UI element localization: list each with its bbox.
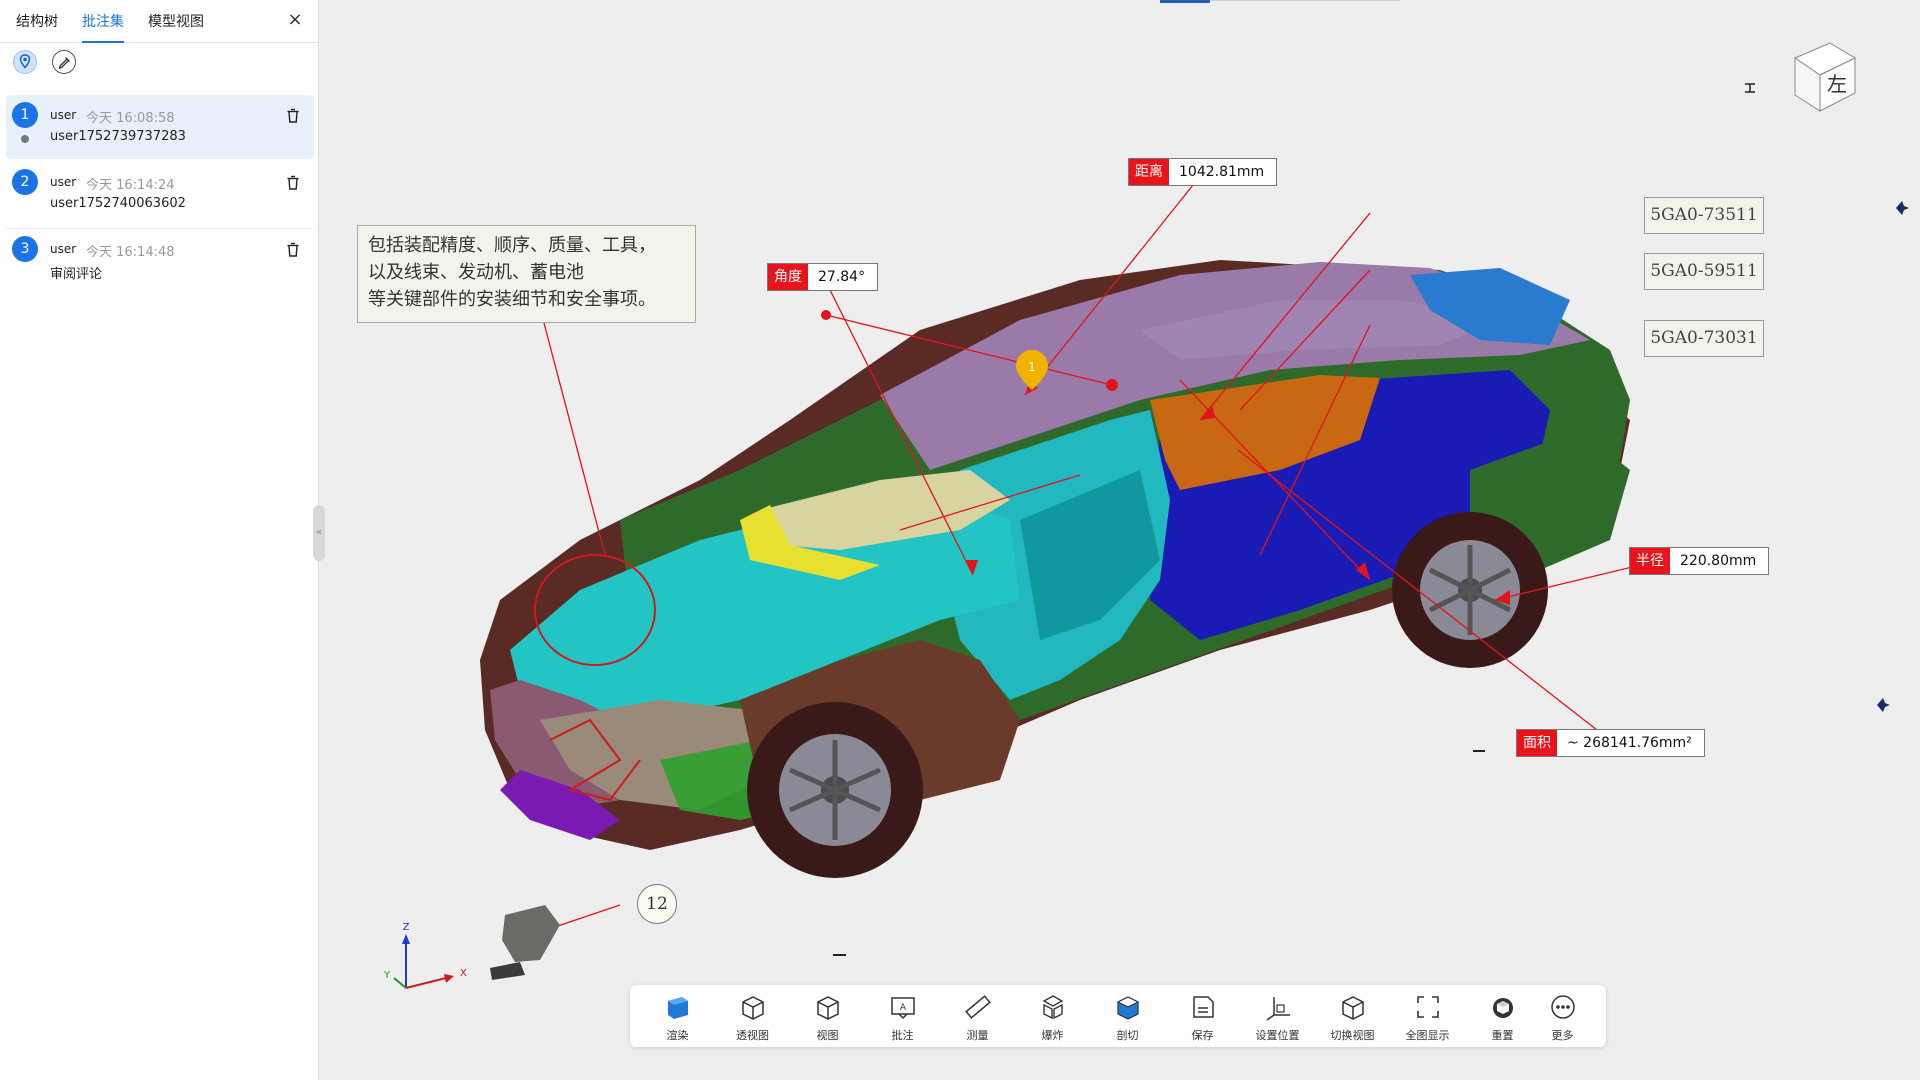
tab-model-view[interactable]: 模型视图 [148, 0, 204, 42]
pin-number: 1 [1028, 360, 1036, 374]
view-cube[interactable]: 左 [1775, 33, 1865, 123]
annotation-content: user1752739737283 [50, 129, 186, 144]
perspective-label: 透视图 [736, 1029, 769, 1042]
location-pin-icon[interactable] [13, 50, 37, 74]
area-measurement[interactable]: 面积 ~ 268141.76mm² [1516, 729, 1705, 757]
set-position-icon [1266, 997, 1290, 1021]
reset-icon [1493, 998, 1513, 1018]
car-model[interactable]: 1 [320, 0, 1920, 1080]
pen-edit-icon[interactable] [52, 50, 76, 74]
more-icon [1551, 995, 1575, 1019]
radius-value: 220.80mm [1680, 553, 1757, 569]
render-button[interactable]: 渲染 [640, 985, 715, 1047]
trash-icon[interactable] [286, 242, 300, 258]
annotate-label: 批注 [891, 1029, 914, 1042]
section-label: 剖切 [1116, 1029, 1139, 1042]
angle-measurement[interactable]: 角度 27.84° [767, 263, 879, 291]
annotation-panel: 结构树 批注集 模型视图 × 1 user 今天 16:08:58 user17… [0, 0, 319, 1080]
annotation-time: 今天 16:14:48 [86, 245, 175, 260]
distance-value: 1042.81mm [1179, 164, 1265, 180]
annotation-number-badge: 1 [12, 102, 38, 128]
perspective-icon [742, 996, 764, 1020]
tab-structure-tree[interactable]: 结构树 [16, 0, 58, 42]
annotation-item-3[interactable]: 3 user 今天 16:14:48 审阅评论 [6, 229, 314, 293]
distance-label: 距离 [1129, 159, 1169, 185]
view-label: 视图 [816, 1029, 839, 1042]
radius-label: 半径 [1630, 548, 1670, 574]
angle-value: 27.84° [818, 269, 866, 285]
axis-z-label: Z [403, 922, 410, 933]
annotation-item-2[interactable]: 2 user 今天 16:14:24 user1752740063602 [6, 162, 314, 229]
radius-measurement[interactable]: 半径 220.80mm [1629, 547, 1770, 575]
panel-toolrow [0, 43, 318, 83]
panel-tabbar: 结构树 批注集 模型视图 × [0, 0, 318, 43]
section-button[interactable]: 剖切 [1090, 985, 1165, 1047]
set-position-label: 设置位置 [1255, 1029, 1300, 1042]
annotation-time: 今天 16:08:58 [86, 111, 175, 126]
view-cube-axis-icon [1745, 83, 1755, 93]
part-tag[interactable]: 5GA0-73031 [1644, 320, 1764, 357]
trash-icon[interactable] [286, 175, 300, 191]
navigation-arrow-icon[interactable] [1892, 198, 1912, 218]
annotate-button[interactable]: A 批注 [865, 985, 940, 1047]
view-cube-face-label: 左 [1827, 72, 1847, 96]
view-icon [817, 996, 839, 1020]
annotate-icon: A [891, 997, 915, 1020]
view-button[interactable]: 视图 [790, 985, 865, 1047]
annotation-item-1[interactable]: 1 user 今天 16:08:58 user1752739737283 [6, 95, 314, 159]
bottom-toolbar: 渲染 透视图 视图 A 批注 测量 爆炸 剖切 保存 设置位置 切换视图 全图显… [630, 985, 1606, 1047]
fit-all-button[interactable]: 全图显示 [1390, 985, 1465, 1047]
render-icon [668, 997, 688, 1019]
axis-x-label: X [460, 968, 467, 979]
balloon-tag[interactable]: 12 [637, 884, 677, 924]
switch-view-button[interactable]: 切换视图 [1315, 985, 1390, 1047]
measure-button[interactable]: 测量 [940, 985, 1015, 1047]
measure-icon [965, 995, 991, 1019]
fit-all-label: 全图显示 [1405, 1029, 1450, 1042]
explode-label: 爆炸 [1041, 1029, 1064, 1042]
distance-measurement[interactable]: 距离 1042.81mm [1128, 158, 1278, 186]
area-value: ~ 268141.76mm² [1567, 735, 1692, 751]
annotation-user: user [50, 242, 77, 256]
annotation-number-badge: 3 [12, 236, 38, 262]
part-tag[interactable]: 5GA0-73511 [1644, 197, 1764, 234]
axis-triad: Z X Y [383, 922, 467, 989]
switch-view-label: 切换视图 [1330, 1029, 1375, 1042]
area-label: 面积 [1517, 730, 1557, 756]
more-label: 更多 [1551, 1029, 1574, 1042]
render-label: 渲染 [666, 1029, 689, 1042]
annotation-user: user [50, 175, 77, 189]
perspective-button[interactable]: 透视图 [715, 985, 790, 1047]
3d-viewport[interactable]: 1 包括装配精度、顺序、质量、工具， 以及线束、发动机、蓄电池 等关键部件的安装… [320, 0, 1920, 1080]
close-icon[interactable]: × [286, 11, 304, 29]
axis-y-label: Y [383, 970, 391, 981]
explode-button[interactable]: 爆炸 [1015, 985, 1090, 1047]
fit-all-icon [1417, 996, 1439, 1018]
section-icon [1116, 996, 1140, 1020]
save-icon [1193, 996, 1214, 1018]
annotation-content: user1752740063602 [50, 196, 186, 211]
unread-dot-icon [21, 135, 29, 143]
set-position-button[interactable]: 设置位置 [1240, 985, 1315, 1047]
angle-label: 角度 [768, 264, 808, 290]
annotation-time: 今天 16:14:24 [86, 178, 175, 193]
save-label: 保存 [1191, 1029, 1214, 1042]
note-callout[interactable]: 包括装配精度、顺序、质量、工具， 以及线束、发动机、蓄电池 等关键部件的安装细节… [357, 225, 696, 323]
part-tag[interactable]: 5GA0-59511 [1644, 253, 1764, 290]
tab-annotation-set[interactable]: 批注集 [82, 0, 124, 43]
save-button[interactable]: 保存 [1165, 985, 1240, 1047]
more-button[interactable]: 更多 [1525, 985, 1600, 1047]
trash-icon[interactable] [286, 108, 300, 124]
annotation-content: 审阅评论 [50, 267, 103, 282]
annotation-number-badge: 2 [12, 169, 38, 195]
navigation-arrow-icon[interactable] [1873, 695, 1893, 715]
annotation-user: user [50, 108, 77, 122]
svg-text:A: A [900, 1003, 907, 1013]
explode-icon [1042, 995, 1064, 1020]
measure-label: 测量 [966, 1029, 989, 1042]
switch-view-icon [1342, 996, 1364, 1020]
